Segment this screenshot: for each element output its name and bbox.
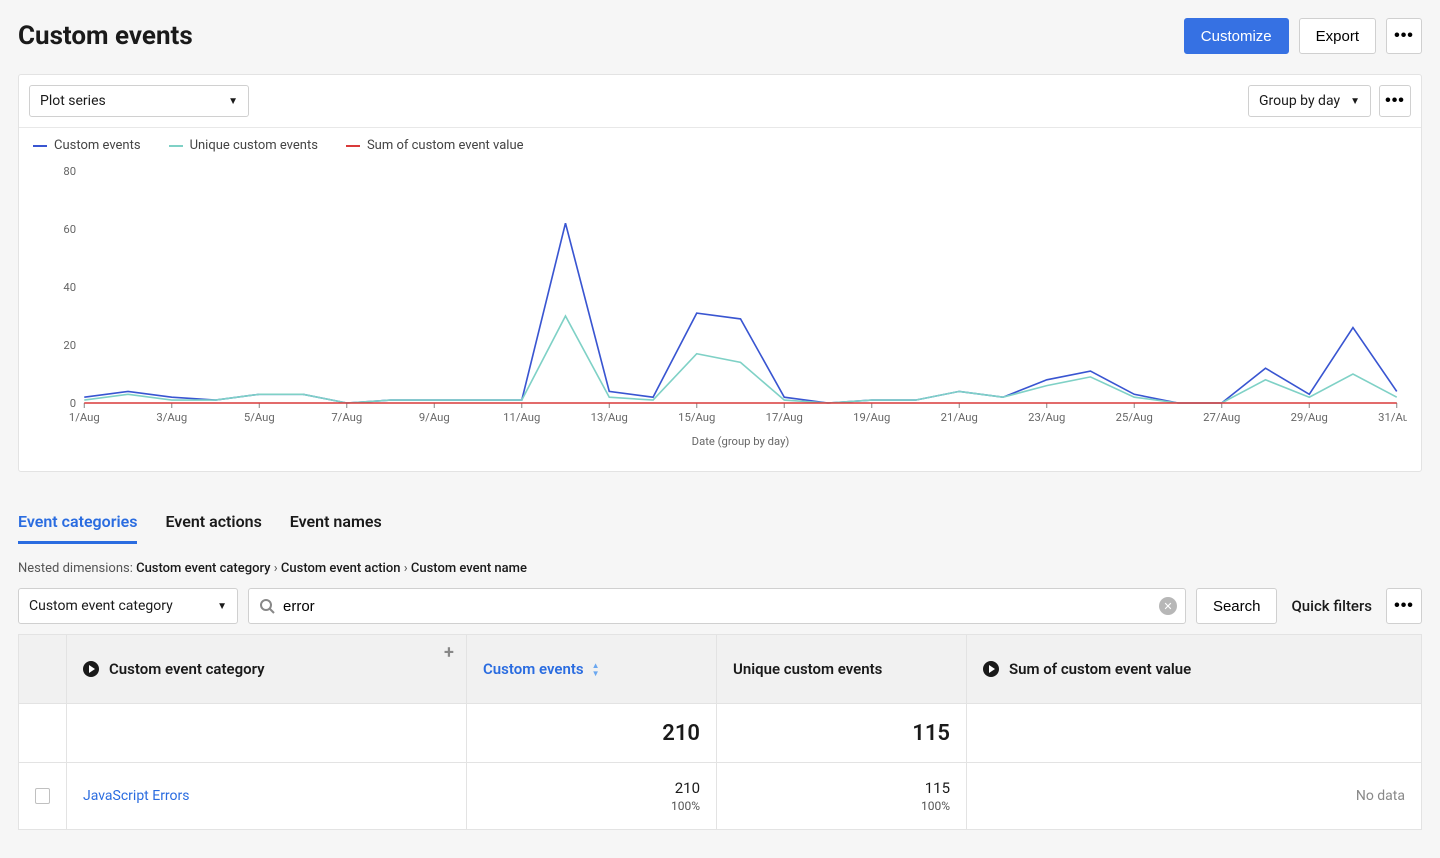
legend-item-custom-events[interactable]: Custom events [33,138,141,153]
svg-text:23/Aug: 23/Aug [1028,411,1065,424]
th-category[interactable]: Custom event category + [67,635,467,704]
nested-dimensions: Nested dimensions: Custom event category… [18,561,1422,576]
play-icon [83,661,99,677]
chevron-down-icon: ▼ [228,96,238,107]
svg-text:7/Aug: 7/Aug [331,411,362,424]
svg-text:0: 0 [70,397,76,410]
customize-button[interactable]: Customize [1184,18,1289,54]
tabs: Event categories Event actions Event nam… [18,506,1422,547]
row-sum: No data [1356,788,1405,804]
more-icon: ••• [1385,93,1405,109]
legend-swatch [346,145,360,147]
more-icon: ••• [1394,598,1414,614]
svg-text:17/Aug: 17/Aug [766,411,803,424]
tab-event-names[interactable]: Event names [290,506,382,544]
more-menu-button[interactable]: ••• [1386,18,1422,54]
legend-item-unique[interactable]: Unique custom events [169,138,318,153]
th-checkbox [19,635,67,704]
row-label-link[interactable]: JavaScript Errors [83,788,190,804]
th-unique[interactable]: Unique custom events [717,635,967,704]
svg-text:Date (group by day): Date (group by day) [692,435,790,448]
svg-text:29/Aug: 29/Aug [1291,411,1328,424]
clear-search-button[interactable]: ✕ [1159,597,1177,615]
table-row-totals: 210 115 [19,704,1422,763]
svg-text:15/Aug: 15/Aug [678,411,715,424]
svg-text:60: 60 [63,223,76,236]
svg-text:9/Aug: 9/Aug [419,411,450,424]
export-button[interactable]: Export [1299,18,1376,54]
page-title: Custom events [18,21,193,51]
th-custom-events[interactable]: Custom events ▲▼ [467,635,717,704]
row-custom-events: 210 [675,779,700,797]
search-icon [259,598,275,614]
chart-more-button[interactable]: ••• [1379,85,1411,117]
table-more-button[interactable]: ••• [1386,588,1422,624]
total-custom-events: 210 [662,721,700,746]
search-button[interactable]: Search [1196,588,1278,624]
row-checkbox[interactable] [35,788,50,804]
more-icon: ••• [1394,28,1414,44]
total-unique: 115 [912,721,950,746]
svg-text:80: 80 [63,165,76,178]
svg-text:3/Aug: 3/Aug [156,411,187,424]
sort-indicator-icon: ▲▼ [592,662,600,677]
play-icon [983,661,999,677]
row-unique: 115 [925,779,950,797]
svg-text:27/Aug: 27/Aug [1203,411,1240,424]
legend-swatch [33,145,47,147]
svg-text:13/Aug: 13/Aug [591,411,628,424]
svg-text:25/Aug: 25/Aug [1116,411,1153,424]
dimension-select[interactable]: Custom event category ▼ [18,588,238,624]
plot-series-select[interactable]: Plot series ▼ [29,85,249,117]
search-input-wrap: ✕ [248,588,1186,624]
tab-event-actions[interactable]: Event actions [165,506,261,544]
table-row: JavaScript Errors 210 100% 115 100% No d… [19,763,1422,830]
data-table: Custom event category + Custom events ▲▼… [18,634,1422,830]
svg-text:5/Aug: 5/Aug [244,411,275,424]
group-by-select[interactable]: Group by day ▼ [1248,85,1371,117]
legend-swatch [169,145,183,147]
svg-text:11/Aug: 11/Aug [503,411,540,424]
legend-item-sum[interactable]: Sum of custom event value [346,138,524,153]
chart-legend: Custom events Unique custom events Sum o… [19,128,1421,153]
chart-panel: Plot series ▼ Group by day ▼ ••• Custom … [18,74,1422,472]
svg-text:20: 20 [63,339,76,352]
svg-text:19/Aug: 19/Aug [853,411,890,424]
svg-text:21/Aug: 21/Aug [941,411,978,424]
svg-text:31/Aug: 31/Aug [1378,411,1407,424]
th-sum[interactable]: Sum of custom event value [967,635,1422,704]
line-chart: 0 20 40 60 80 1/Aug 3/Aug 5/Aug 7/Aug 9/Aug 11/Aug… [33,163,1407,453]
svg-text:40: 40 [63,281,76,294]
chevron-down-icon: ▼ [1350,96,1360,107]
search-input[interactable] [275,598,1159,615]
tab-event-categories[interactable]: Event categories [18,506,137,544]
svg-text:1/Aug: 1/Aug [69,411,100,424]
add-column-button[interactable]: + [438,641,460,663]
chevron-down-icon: ▼ [217,601,227,612]
quick-filters-button[interactable]: Quick filters [1287,597,1376,615]
